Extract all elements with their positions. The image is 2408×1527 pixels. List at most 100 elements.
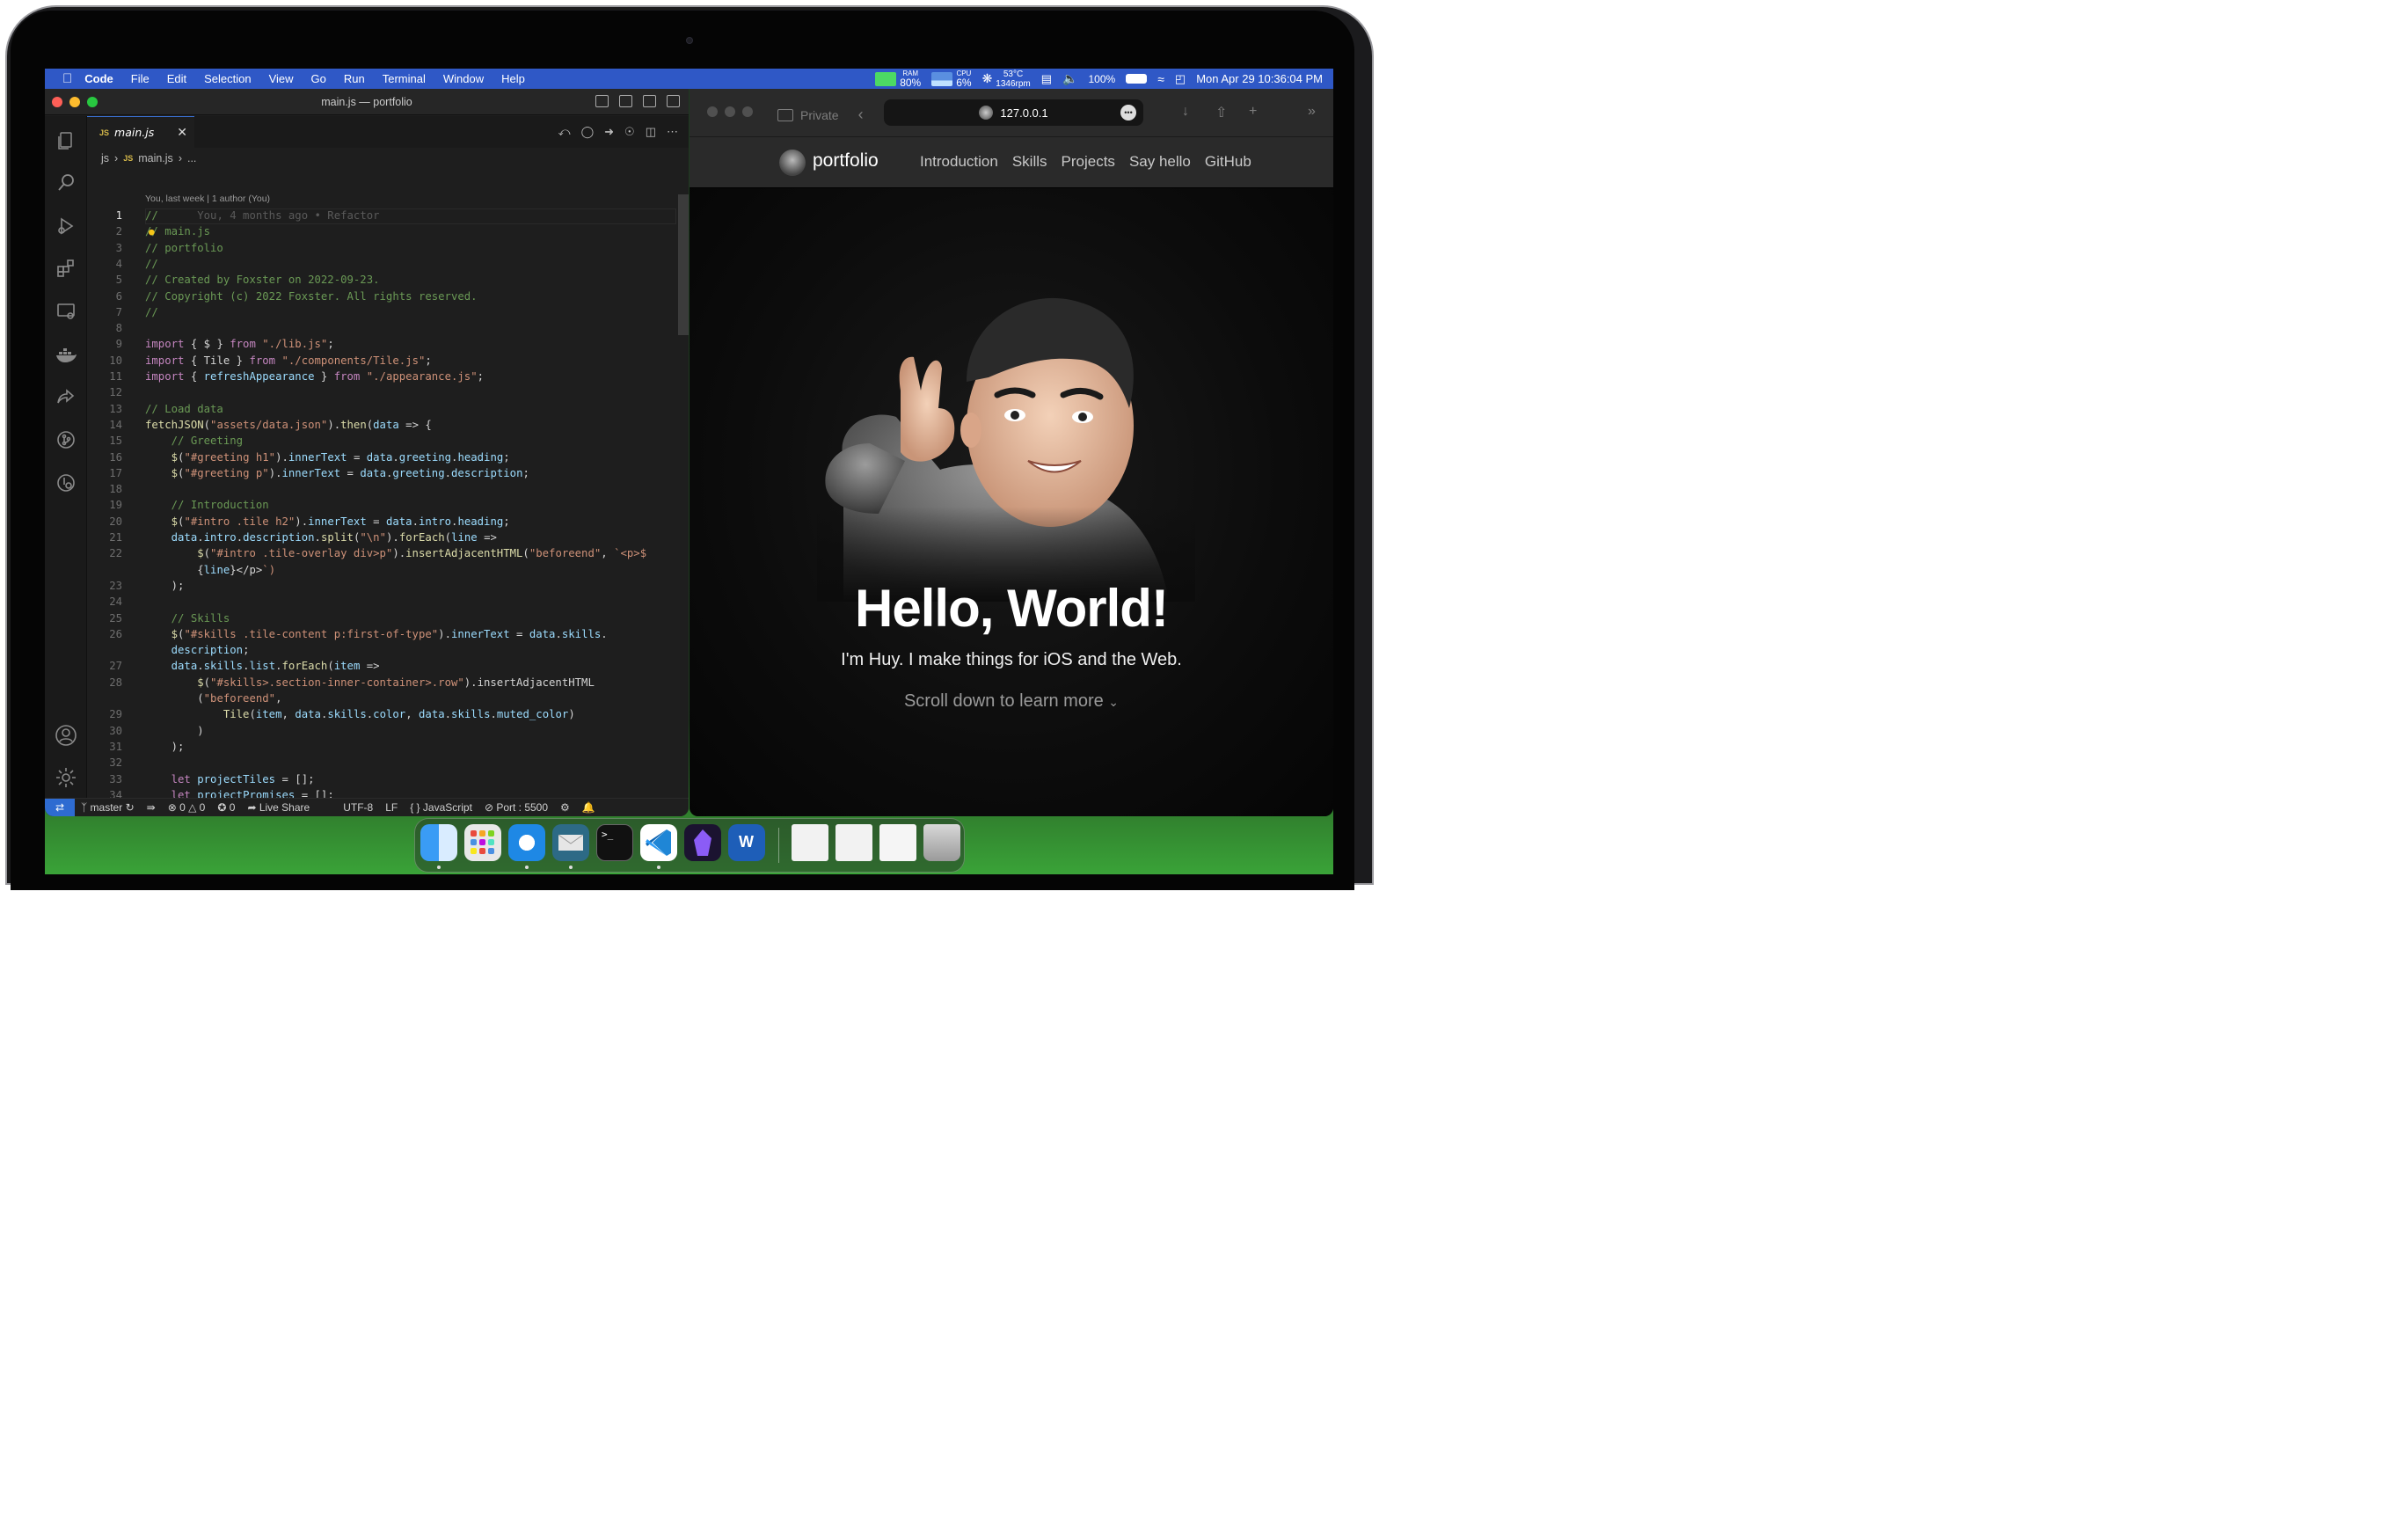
code-line[interactable]: data.skills.list.forEach(item => bbox=[145, 658, 380, 674]
safari-icon[interactable] bbox=[508, 824, 545, 861]
code-line[interactable]: $("#intro .tile h2").innerText = data.in… bbox=[145, 514, 510, 530]
cpu-monitor[interactable]: CPU 6% bbox=[931, 69, 972, 88]
customize-layout-icon[interactable] bbox=[667, 95, 680, 107]
code-line[interactable]: $("#greeting p").innerText = data.greeti… bbox=[145, 465, 529, 481]
run-and-debug-icon[interactable] bbox=[54, 214, 78, 238]
nav-link-introduction[interactable]: Introduction bbox=[920, 153, 998, 171]
word-icon[interactable]: W bbox=[728, 824, 765, 861]
screen-mirroring-icon[interactable]: ▤ bbox=[1041, 72, 1052, 86]
open-changes-icon[interactable]: ⤺ bbox=[558, 125, 571, 139]
breadcrumb-folder[interactable]: js bbox=[101, 152, 109, 164]
share-icon[interactable]: ⇧ bbox=[1215, 104, 1227, 121]
nav-link-skills[interactable]: Skills bbox=[1012, 153, 1047, 171]
more-actions-icon[interactable]: ⋯ bbox=[667, 125, 678, 139]
code-line[interactable]: ) bbox=[145, 723, 203, 739]
menu-run[interactable]: Run bbox=[335, 69, 374, 89]
gitlens-status-icon[interactable]: ⇛ bbox=[141, 801, 162, 814]
code-line[interactable]: $("#skills .tile-content p:first-of-type… bbox=[145, 626, 608, 642]
launchpad-icon[interactable] bbox=[464, 824, 501, 861]
toggle-secondary-sidebar-icon[interactable] bbox=[643, 95, 656, 107]
search-icon[interactable] bbox=[54, 171, 78, 195]
code-line[interactable]: // Copyright (c) 2022 Foxster. All right… bbox=[145, 289, 478, 304]
code-line[interactable]: $("#greeting h1").innerText = data.greet… bbox=[145, 449, 510, 465]
downloads-icon[interactable]: ↓ bbox=[1182, 104, 1189, 120]
eol-indicator[interactable]: LF bbox=[379, 801, 404, 814]
site-brand[interactable]: portfolio bbox=[813, 150, 879, 172]
vscode-icon[interactable] bbox=[640, 824, 677, 861]
menu-view[interactable]: View bbox=[260, 69, 303, 89]
apple-menu-icon[interactable]:  bbox=[45, 71, 76, 86]
remote-indicator-icon[interactable]: ⇄ bbox=[45, 798, 75, 816]
remote-explorer-icon[interactable] bbox=[54, 299, 78, 324]
code-line[interactable]: {line}</p>`) bbox=[145, 562, 275, 578]
nav-link-projects[interactable]: Projects bbox=[1062, 153, 1115, 171]
pdf-document-icon[interactable] bbox=[836, 824, 872, 861]
code-line[interactable]: import { $ } from "./lib.js"; bbox=[145, 336, 334, 352]
minimize-window-button[interactable] bbox=[725, 106, 735, 117]
notifications-bell-icon[interactable]: 🔔 bbox=[576, 801, 602, 814]
back-chevron-icon[interactable]: ‹ bbox=[858, 106, 864, 124]
nav-link-say-hello[interactable]: Say hello bbox=[1129, 153, 1191, 171]
menu-file[interactable]: File bbox=[122, 69, 158, 89]
gitlens-blame-icon[interactable]: ☉ bbox=[624, 125, 635, 139]
accounts-icon[interactable] bbox=[54, 723, 78, 748]
docker-icon[interactable] bbox=[54, 342, 78, 367]
problems-indicator[interactable]: ⊗ 0 △ 0 bbox=[162, 801, 212, 814]
terminal-icon[interactable]: >_ bbox=[596, 824, 633, 861]
code-line[interactable]: ); bbox=[145, 739, 185, 755]
page-menu-icon[interactable]: ••• bbox=[1120, 105, 1136, 121]
code-line[interactable]: // Skills bbox=[145, 610, 230, 626]
address-bar[interactable]: 127.0.0.1 ••• bbox=[884, 99, 1143, 126]
live-server-port[interactable]: ⊘ Port : 5500 bbox=[478, 801, 554, 814]
trash-icon[interactable] bbox=[923, 824, 960, 861]
menu-selection[interactable]: Selection bbox=[195, 69, 259, 89]
code-line[interactable]: $("#intro .tile-overlay div>p").insertAd… bbox=[145, 545, 646, 561]
toggle-sidebar-icon[interactable] bbox=[595, 95, 609, 107]
settings-gear-icon[interactable] bbox=[54, 765, 78, 790]
control-center-icon[interactable]: ◰ bbox=[1175, 72, 1186, 86]
live-share-icon[interactable] bbox=[54, 384, 78, 409]
language-mode-indicator[interactable]: { } JavaScript bbox=[404, 801, 478, 814]
code-line[interactable]: ("beforeend", bbox=[145, 690, 281, 706]
menu-go[interactable]: Go bbox=[303, 69, 335, 89]
split-editor-icon[interactable]: ◫ bbox=[646, 125, 656, 139]
volume-icon[interactable]: 🔈 bbox=[1062, 71, 1077, 86]
zoom-window-button[interactable] bbox=[742, 106, 753, 117]
breadcrumb-file[interactable]: main.js bbox=[138, 152, 173, 164]
live-share-button[interactable]: ➦ Live Share bbox=[241, 801, 316, 814]
close-window-button[interactable] bbox=[707, 106, 718, 117]
code-line[interactable]: fetchJSON("assets/data.json").then(data … bbox=[145, 417, 432, 433]
code-line[interactable]: // Load data bbox=[145, 401, 223, 417]
ram-monitor[interactable]: RAM 80% bbox=[875, 69, 921, 88]
editor-vertical-scrollbar[interactable] bbox=[678, 194, 689, 335]
code-line[interactable]: // bbox=[145, 304, 158, 320]
menubar-clock[interactable]: Mon Apr 29 10:36:04 PM bbox=[1196, 72, 1323, 85]
feedback-icon[interactable]: ⚙ bbox=[554, 801, 576, 814]
close-tab-icon[interactable]: ✕ bbox=[177, 125, 187, 140]
code-line[interactable]: import { Tile } from "./components/Tile.… bbox=[145, 353, 432, 369]
branch-indicator[interactable]: ᛉ master ↻ bbox=[75, 801, 141, 814]
codelens-blame[interactable]: You, last week | 1 author (You) bbox=[145, 194, 270, 204]
code-line[interactable]: import { refreshAppearance } from "./app… bbox=[145, 369, 484, 384]
menu-app-name[interactable]: Code bbox=[76, 69, 122, 89]
battery-icon[interactable] bbox=[1126, 74, 1148, 84]
wifi-icon[interactable]: ≈ bbox=[1157, 72, 1164, 86]
source-control-icon[interactable] bbox=[54, 427, 78, 452]
code-line[interactable]: Tile(item, data.skills.color, data.skill… bbox=[145, 706, 575, 722]
code-line[interactable]: // You, 4 months ago • Refactor bbox=[145, 208, 380, 223]
finder-icon[interactable] bbox=[420, 824, 457, 861]
next-change-icon[interactable]: ➜ bbox=[604, 125, 614, 139]
tab-main-js[interactable]: JS main.js ✕ bbox=[87, 116, 194, 148]
scroll-hint-link[interactable]: Scroll down to learn more ⌄ bbox=[690, 691, 1333, 712]
obsidian-icon[interactable] bbox=[684, 824, 721, 861]
mail-icon[interactable] bbox=[552, 824, 589, 861]
nav-link-github[interactable]: GitHub bbox=[1205, 153, 1251, 171]
site-logo-avatar[interactable] bbox=[779, 150, 806, 176]
sidebar-toggle[interactable]: Private ‹ bbox=[777, 106, 864, 124]
code-line[interactable]: data.intro.description.split("\n").forEa… bbox=[145, 530, 497, 545]
tab-overview-chevron-icon[interactable]: » bbox=[1308, 104, 1316, 120]
encoding-indicator[interactable]: UTF-8 bbox=[337, 801, 379, 814]
menu-window[interactable]: Window bbox=[434, 69, 493, 89]
toggle-panel-icon[interactable] bbox=[619, 95, 632, 107]
code-line[interactable]: // bbox=[145, 256, 158, 272]
